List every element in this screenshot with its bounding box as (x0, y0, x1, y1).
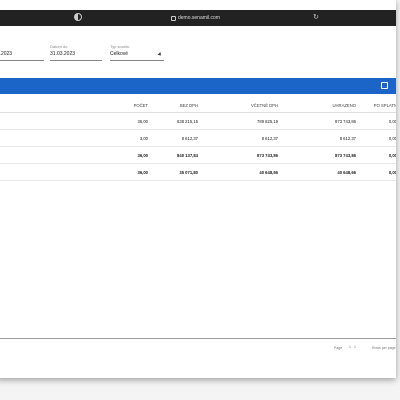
filter-bar: o 03.2023 Datum do 31.03.2023 Typ součtu… (0, 44, 396, 68)
table-cell: 36,00 (36, 112, 151, 130)
rows-per-page-label[interactable]: Rows per page (372, 346, 396, 350)
sum-type-underline (110, 60, 164, 61)
browser-titlebar: demo.senamil.com ↻ (0, 10, 396, 26)
table-row[interactable]: 36,00 638 215,15 789 825,19 873 743,86 0… (0, 112, 396, 130)
date-to-value[interactable]: 31.03.2023 (50, 50, 102, 58)
date-from-field[interactable]: o 03.2023 (0, 44, 44, 61)
pagination-label: Page (334, 346, 343, 350)
col-header-count[interactable]: POČET (36, 98, 151, 113)
table-row[interactable]: 36,00 35 071,80 40 648,66 40 648,66 0,00 (0, 163, 396, 181)
date-from-underline (0, 60, 44, 61)
table-cell: 873 743,86 (281, 146, 359, 164)
pagination-current-page[interactable]: 1 (354, 345, 356, 349)
table-cell: 35 071,80 (151, 163, 201, 181)
table-cell: 0,00 (359, 146, 396, 164)
table-cell: 8 612,37 (201, 129, 281, 147)
browser-window: demo.senamil.com ↻ o 03.2023 Datum do 31… (0, 0, 396, 378)
table-cell: 0,00 (359, 163, 396, 181)
table-row[interactable]: 3,00 8 612,37 8 612,37 8 612,37 0,00 (0, 129, 396, 147)
pagination-info: 1 (349, 345, 351, 349)
table-cell: 8 612,37 (281, 129, 359, 147)
sum-type-value[interactable]: Celkové (110, 50, 164, 58)
table-cell (0, 146, 36, 164)
table-cell: 36,00 (36, 146, 151, 164)
table-cell: 0,00 (359, 129, 396, 147)
table-footer-divider (0, 338, 396, 339)
table-row[interactable]: 36,00 840 137,84 873 743,86 873 743,86 0… (0, 146, 396, 164)
table-cell (0, 112, 36, 130)
reload-icon[interactable]: ↻ (313, 13, 319, 23)
pagination: Page 1 1 Rows per page (0, 344, 396, 352)
table-cell: 873 743,86 (281, 112, 359, 130)
lock-icon (171, 15, 176, 21)
col-header-gross[interactable]: VČETNĚ DPH (201, 98, 281, 113)
address-url: demo.senamil.com (178, 15, 220, 21)
col-header-paid[interactable]: UHRAZENO (281, 98, 359, 113)
date-to-field[interactable]: Datum do 31.03.2023 (50, 44, 102, 61)
col-header-label (0, 98, 36, 113)
table-cell: 8 612,37 (151, 129, 201, 147)
table-cell (0, 163, 36, 181)
sum-type-select[interactable]: Typ součtu Celkové (110, 44, 164, 61)
table-header-row: POČET BEZ DPH VČETNĚ DPH UHRAZENO PO SPL… (0, 98, 396, 113)
date-from-value[interactable]: 03.2023 (0, 50, 44, 58)
table-cell (0, 129, 36, 147)
table-cell: 0,00 (359, 112, 396, 130)
export-icon[interactable] (381, 82, 388, 89)
summary-table: POČET BEZ DPH VČETNĚ DPH UHRAZENO PO SPL… (0, 98, 396, 181)
table-cell: 40 648,66 (281, 163, 359, 181)
table-cell: 789 825,19 (201, 112, 281, 130)
date-to-underline (50, 60, 102, 61)
privacy-shield-icon[interactable] (74, 13, 82, 21)
col-header-net[interactable]: BEZ DPH (151, 98, 201, 113)
address-bar[interactable]: demo.senamil.com (171, 13, 220, 23)
table-cell: 36,00 (36, 163, 151, 181)
table-cell: 638 215,15 (151, 112, 201, 130)
table-toolbar (0, 78, 396, 94)
table-cell: 873 743,86 (201, 146, 281, 164)
col-header-overdue[interactable]: PO SPLATN (359, 98, 396, 113)
table-cell: 840 137,84 (151, 146, 201, 164)
table-cell: 3,00 (36, 129, 151, 147)
table-cell: 40 648,66 (201, 163, 281, 181)
